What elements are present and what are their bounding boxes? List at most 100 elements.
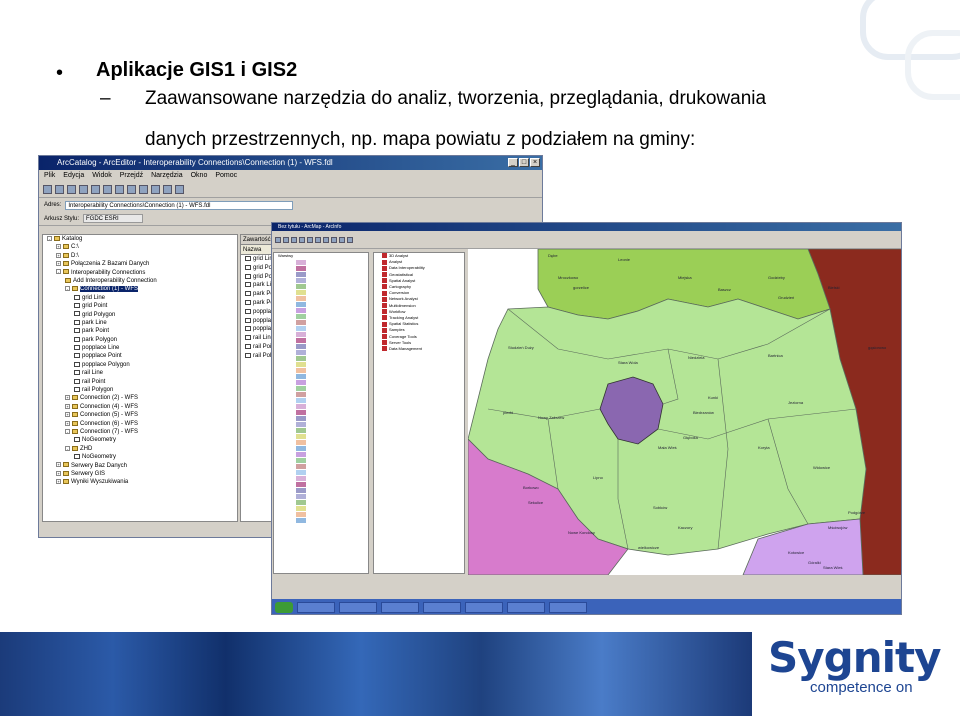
toolbox-icon — [382, 278, 387, 284]
tree-node[interactable]: park Polygon — [43, 336, 237, 344]
delete-icon[interactable] — [67, 185, 76, 194]
expand-icon[interactable]: + — [65, 412, 70, 418]
tree-node[interactable]: + Connection (4) - WFS — [43, 403, 237, 411]
tree-node[interactable]: NoGeometry — [43, 436, 237, 444]
tree-node[interactable]: grid Point — [43, 302, 237, 310]
collapse-icon[interactable]: - — [47, 235, 52, 241]
copy-icon[interactable] — [43, 185, 52, 194]
tree-node[interactable]: - Connection (7) - WFS — [43, 428, 237, 436]
close-button[interactable]: × — [530, 158, 540, 167]
taskbar-item[interactable] — [549, 601, 587, 613]
large-icons-icon[interactable] — [79, 185, 88, 194]
toolbox-item-label: Cartography — [389, 284, 412, 290]
open-icon[interactable] — [283, 236, 289, 243]
tree-node[interactable]: - Connection (1) - WFS — [43, 285, 237, 293]
tree-node[interactable]: rail Point — [43, 378, 237, 386]
taskbar-item[interactable] — [465, 601, 503, 613]
taskbar-item[interactable] — [507, 601, 545, 613]
tree-node[interactable]: - Katalog — [43, 235, 237, 243]
thumbnails-icon[interactable] — [115, 185, 124, 194]
tree-node[interactable]: + Connection (2) - WFS — [43, 394, 237, 402]
taskbar-item[interactable] — [423, 601, 461, 613]
help-icon[interactable] — [175, 185, 184, 194]
tree-node[interactable]: + Connection (6) - WFS — [43, 420, 237, 428]
tree-node[interactable]: + Wyniki Wyszukiwania — [43, 478, 237, 486]
tree-node[interactable]: + Connection (5) - WFS — [43, 411, 237, 419]
expand-icon[interactable]: + — [65, 395, 70, 401]
details-icon[interactable] — [103, 185, 112, 194]
tree-node[interactable]: rail Polygon — [43, 386, 237, 394]
tree-node[interactable]: grid Line — [43, 294, 237, 302]
tree-node[interactable]: popplace Point — [43, 352, 237, 360]
tree-node[interactable]: park Line — [43, 319, 237, 327]
minimize-button[interactable]: _ — [508, 158, 518, 167]
measure-icon[interactable] — [347, 236, 353, 243]
tree-node[interactable]: - ZHD — [43, 445, 237, 453]
address-input[interactable]: Interoperability Connections\Connection … — [65, 200, 294, 210]
paste-icon[interactable] — [55, 185, 64, 194]
collapse-icon[interactable]: - — [65, 428, 70, 434]
pan-icon[interactable] — [331, 236, 337, 243]
expand-icon[interactable]: + — [56, 261, 61, 267]
menu-item[interactable]: Edycja — [63, 170, 84, 182]
add-data-icon[interactable] — [307, 236, 313, 243]
stylesheet-select[interactable]: FGDC ESRI — [83, 214, 144, 223]
expand-icon[interactable]: + — [56, 470, 61, 476]
map-view[interactable]: Dębe Leonie Mroczkowo gorzelice Miejska Godzi… — [468, 249, 901, 575]
toc-root[interactable]: Warstwy — [274, 253, 368, 259]
expand-icon[interactable]: + — [56, 479, 61, 485]
toolbox-icon[interactable] — [163, 185, 172, 194]
tree-node[interactable]: park Point — [43, 327, 237, 335]
zoom-out-icon[interactable] — [323, 236, 329, 243]
menu-item[interactable]: Pomoc — [215, 170, 237, 182]
new-icon[interactable] — [275, 236, 281, 243]
maximize-button[interactable]: □ — [519, 158, 529, 167]
print-icon[interactable] — [299, 236, 305, 243]
identify-icon[interactable] — [339, 236, 345, 243]
legend-swatch — [296, 416, 306, 422]
taskbar-item[interactable] — [297, 601, 335, 613]
expand-icon[interactable]: + — [56, 462, 61, 468]
list-icon[interactable] — [91, 185, 100, 194]
menu-item[interactable]: Narzędzia — [151, 170, 183, 182]
tree-node-label: park Line — [82, 319, 107, 326]
globe-icon[interactable] — [127, 185, 136, 194]
zoom-in-icon[interactable] — [315, 236, 321, 243]
map-label: Kunki — [708, 395, 718, 400]
taskbar-item[interactable] — [339, 601, 377, 613]
start-button[interactable] — [275, 601, 293, 613]
legend-swatch — [296, 326, 306, 332]
collapse-icon[interactable]: - — [65, 445, 70, 451]
map-icon[interactable] — [139, 185, 148, 194]
tree-node[interactable]: + Serwery GIS — [43, 470, 237, 478]
menu-item[interactable]: Widok — [92, 170, 111, 182]
toolbox-item[interactable]: Data Management — [374, 346, 464, 352]
taskbar-item[interactable] — [381, 601, 419, 613]
collapse-icon[interactable]: - — [56, 269, 61, 275]
tree-node[interactable]: popplace Polygon — [43, 361, 237, 369]
map-label: wielkowicze — [638, 545, 660, 550]
tree-node[interactable]: Add Interoperability Connection — [43, 277, 237, 285]
tree-node[interactable]: rail Line — [43, 369, 237, 377]
tree-node[interactable]: + D:\ — [43, 252, 237, 260]
expand-icon[interactable]: + — [56, 244, 61, 250]
tree-node[interactable]: + C:\ — [43, 243, 237, 251]
tree-node[interactable]: + Połączenia Z Bazami Danych — [43, 260, 237, 268]
expand-icon[interactable]: + — [65, 420, 70, 426]
tree-node-label: D:\ — [71, 252, 79, 259]
toolbox-icon — [382, 290, 387, 296]
tree-node[interactable]: + Serwery Baz Danych — [43, 462, 237, 470]
search-icon[interactable] — [151, 185, 160, 194]
save-icon[interactable] — [291, 236, 297, 243]
tree-node[interactable]: grid Polygon — [43, 311, 237, 319]
tree-node[interactable]: popplace Line — [43, 344, 237, 352]
tree-node[interactable]: NoGeometry — [43, 453, 237, 461]
menu-item[interactable]: Przejdź — [120, 170, 143, 182]
expand-icon[interactable]: + — [65, 403, 70, 409]
menu-item[interactable]: Okno — [191, 170, 208, 182]
map-label: gorzelice — [573, 285, 590, 290]
collapse-icon[interactable]: - — [65, 286, 70, 292]
expand-icon[interactable]: + — [56, 252, 61, 258]
menu-item[interactable]: Plik — [44, 170, 55, 182]
tree-node[interactable]: - Interoperability Connections — [43, 269, 237, 277]
